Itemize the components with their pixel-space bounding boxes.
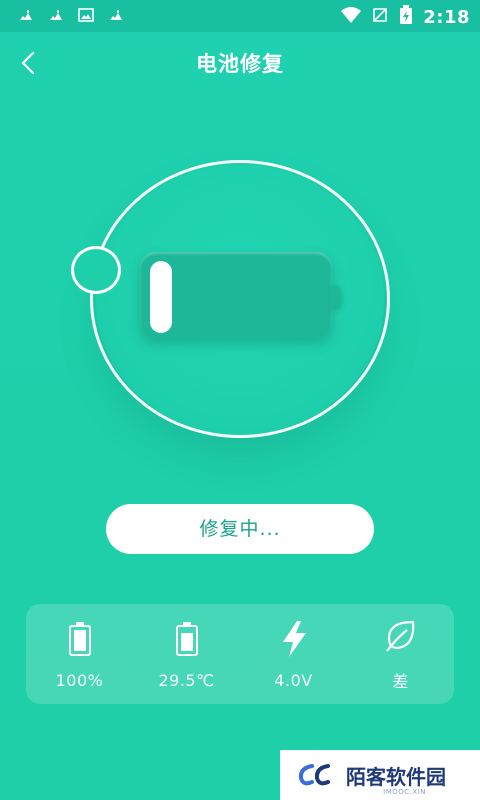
battery-level-bar <box>150 261 172 333</box>
status-system-icons: 2:18 <box>341 5 470 29</box>
leaf-icon <box>351 616 451 656</box>
notification-icon <box>48 7 64 23</box>
status-time: 2:18 <box>423 6 470 28</box>
stat-battery-level: 100% <box>30 619 130 690</box>
page-title: 电池修复 <box>196 52 284 76</box>
no-sim-icon <box>371 6 389 28</box>
stat-value-level: 100% <box>55 670 104 690</box>
stat-value-voltage: 4.0V <box>274 670 313 690</box>
watermark-text: 陌客软件园 <box>346 764 446 789</box>
notification-icon <box>18 7 34 23</box>
wifi-icon <box>341 6 362 28</box>
header: 电池修复 <box>0 32 480 92</box>
watermark-logo-icon <box>298 764 330 786</box>
lightning-icon <box>244 619 344 659</box>
status-bar: 2:18 <box>0 0 480 32</box>
battery-full-icon <box>30 619 130 659</box>
battery-charging-icon <box>399 5 413 29</box>
notification-icon <box>108 7 124 23</box>
stat-temperature: 29.5℃ <box>137 619 237 690</box>
battery-tip <box>330 285 340 307</box>
image-icon <box>78 7 94 23</box>
stat-voltage: 4.0V <box>244 619 344 690</box>
battery-temp-icon <box>137 619 237 659</box>
stat-health: 差 <box>351 616 451 692</box>
status-notification-icons <box>18 7 124 23</box>
watermark: 陌客软件园 IMOOC.XIN <box>280 750 480 800</box>
watermark-subtext: IMOOC.XIN <box>383 788 426 796</box>
repair-status-button[interactable]: 修复中... <box>106 504 374 554</box>
stat-value-temperature: 29.5℃ <box>158 670 215 690</box>
stat-value-health: 差 <box>392 672 409 691</box>
progress-knob <box>71 246 121 294</box>
stats-panel: 100% 29.5℃ 4.0V 差 <box>26 604 454 704</box>
